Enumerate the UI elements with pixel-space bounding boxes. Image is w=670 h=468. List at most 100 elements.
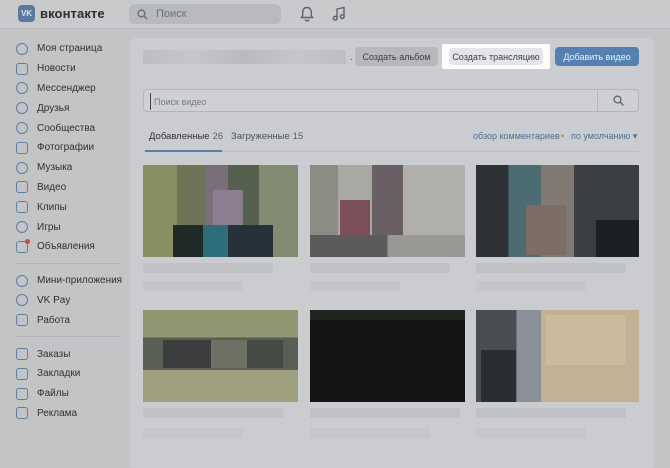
tab-label: Загруженные <box>231 131 290 142</box>
video-title-blur <box>143 263 273 273</box>
sidebar-item-label: Сообщества <box>37 122 96 134</box>
sidebar-item-messenger[interactable]: Мессенджер <box>16 79 126 99</box>
video-thumbnail[interactable] <box>476 165 639 257</box>
notification-dot <box>25 238 30 244</box>
tab-count: 26 <box>212 131 224 142</box>
video-title-blur <box>310 263 450 273</box>
ads-icon <box>16 238 30 253</box>
sidebar-item-games[interactable]: Игры <box>16 217 126 237</box>
create-stream-button-highlight[interactable]: Создать трансляцию <box>442 44 550 69</box>
video-thumbnail[interactable] <box>143 165 298 257</box>
video-thumbnail[interactable] <box>143 310 298 402</box>
sidebar-divider <box>16 336 121 338</box>
left-sidebar: Моя страница Новости Мессенджер Друзья С… <box>16 39 126 423</box>
sidebar-item-label: Объявления <box>37 241 95 253</box>
sidebar-item-label: Файлы <box>37 388 69 400</box>
sidebar-item-label: Мессенджер <box>37 82 96 94</box>
video-icon <box>16 181 28 194</box>
apps-icon <box>16 274 28 287</box>
sidebar-item-advertising[interactable]: Реклама <box>16 404 126 424</box>
sidebar-item-label: VK Pay <box>37 294 71 306</box>
global-search-input[interactable] <box>154 7 278 21</box>
video-title-blur <box>476 263 626 273</box>
search-icon <box>137 8 148 20</box>
video-thumbnail[interactable] <box>310 310 465 402</box>
sidebar-item-friends[interactable]: Друзья <box>16 98 126 118</box>
sidebar-item-label: Мини-приложения <box>37 275 123 287</box>
active-tab-underline <box>145 150 222 152</box>
sidebar-group-misc: Заказы Закладки Файлы Реклама <box>16 344 126 423</box>
sidebar-group-services: Мини-приложения VK Pay Работа <box>16 271 126 330</box>
video-meta-blur <box>143 281 243 291</box>
sidebar-item-label: Заказы <box>37 348 71 360</box>
sidebar-item-work[interactable]: Работа <box>16 310 126 330</box>
files-icon <box>16 387 28 400</box>
sidebar-item-news[interactable]: Новости <box>16 59 126 79</box>
video-meta-blur <box>310 281 400 291</box>
sort-label: по умолчанию <box>571 131 631 141</box>
sidebar-item-orders[interactable]: Заказы <box>16 344 126 364</box>
create-stream-button[interactable]: Создать трансляцию <box>449 48 543 65</box>
video-title-blur <box>310 408 460 418</box>
bell-icon[interactable] <box>298 5 316 23</box>
title-dot: . <box>350 52 353 63</box>
sidebar-item-ads[interactable]: Объявления <box>16 237 126 257</box>
tab-added[interactable]: Добавленные 26 <box>149 131 223 142</box>
tab-label: Добавленные <box>149 131 210 142</box>
chevron-down-icon: ▾ <box>632 131 638 141</box>
sidebar-item-label: Клипы <box>37 201 67 213</box>
comments-review-link[interactable]: обзор комментариев <box>473 131 560 141</box>
vkpay-icon <box>16 294 28 307</box>
advertising-icon <box>16 407 28 420</box>
video-thumbnail[interactable] <box>476 310 639 402</box>
create-album-button[interactable]: Создать альбом <box>355 47 438 66</box>
sidebar-item-label: Видео <box>37 181 67 193</box>
sidebar-item-vk-pay[interactable]: VK Pay <box>16 291 126 311</box>
bookmark-icon <box>16 367 28 380</box>
sidebar-item-video[interactable]: Видео <box>16 178 126 198</box>
video-meta-blur <box>476 428 586 438</box>
filter-separator: • <box>561 131 565 141</box>
video-thumbnail[interactable] <box>310 165 465 257</box>
work-icon <box>16 314 28 327</box>
vk-logo-text: вконтакте <box>40 6 105 21</box>
sidebar-item-music[interactable]: Музыка <box>16 158 126 178</box>
sidebar-item-clips[interactable]: Клипы <box>16 197 126 217</box>
orders-icon <box>16 348 28 361</box>
vk-logo[interactable]: VK вконтакте <box>18 5 105 22</box>
sidebar-item-files[interactable]: Файлы <box>16 384 126 404</box>
tab-uploaded[interactable]: Загруженные 15 <box>231 131 303 142</box>
video-search-field[interactable] <box>143 89 639 112</box>
clips-icon <box>16 201 28 214</box>
vk-logo-mark: VK <box>18 5 35 22</box>
music-note-icon[interactable] <box>330 5 348 23</box>
sidebar-item-label: Музыка <box>37 162 73 174</box>
video-meta-blur <box>143 428 243 438</box>
sidebar-item-photos[interactable]: Фотографии <box>16 138 126 158</box>
sidebar-item-label: Друзья <box>37 102 70 114</box>
sidebar-item-mini-apps[interactable]: Мини-приложения <box>16 271 126 291</box>
add-video-button[interactable]: Добавить видео <box>555 47 639 66</box>
newspaper-icon <box>16 62 28 75</box>
global-search[interactable] <box>129 4 281 24</box>
top-header: VK вконтакте <box>0 0 670 29</box>
sidebar-item-label: Реклама <box>37 407 78 419</box>
user-icon <box>16 42 28 55</box>
sidebar-item-label: Моя страница <box>37 43 103 55</box>
sidebar-divider <box>16 262 121 264</box>
sidebar-item-communities[interactable]: Сообщества <box>16 118 126 138</box>
sort-dropdown[interactable]: по умолчанию ▾ <box>571 131 637 142</box>
sidebar-item-label: Работа <box>37 314 70 326</box>
video-title-blur <box>143 408 283 418</box>
tab-count: 15 <box>292 131 304 142</box>
sidebar-item-label: Игры <box>37 221 61 233</box>
sidebar-item-bookmarks[interactable]: Закладки <box>16 364 126 384</box>
sidebar-item-my-page[interactable]: Моя страница <box>16 39 126 59</box>
communities-icon <box>16 122 28 135</box>
search-icon <box>612 95 624 106</box>
video-search-input[interactable] <box>150 93 596 110</box>
sidebar-item-label: Фотографии <box>37 142 95 154</box>
music-icon <box>16 161 28 174</box>
video-search-button[interactable] <box>597 90 638 111</box>
blurred-owner-name <box>143 50 346 64</box>
